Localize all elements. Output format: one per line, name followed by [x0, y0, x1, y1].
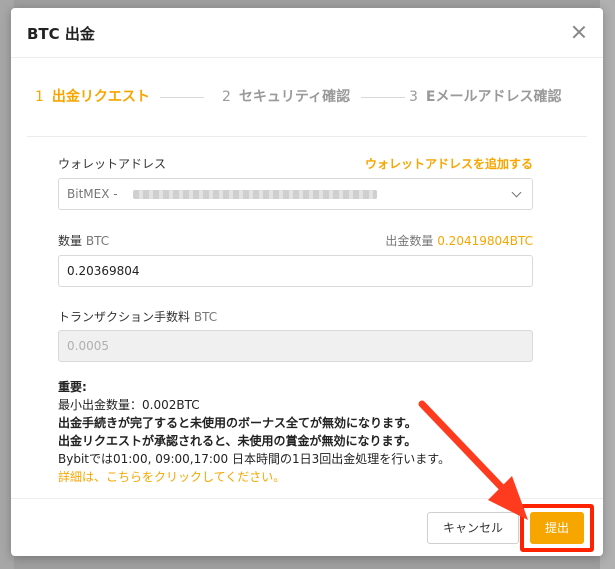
step-connector [160, 97, 204, 98]
notes-min-amount: 最小出金数量：0.002BTC [58, 398, 200, 412]
add-wallet-link[interactable]: ウォレットアドレスを追加する [365, 155, 533, 172]
blurred-address [133, 190, 377, 199]
wallet-selected-value: BitMEX - [67, 187, 118, 201]
wallet-address-label: ウォレットアドレス [58, 157, 167, 171]
withdraw-modal: BTC 出金 1 出金リクエスト 2 セキュリティ確認 3 Eメールアドレス確認 ウォ… [11, 8, 603, 556]
notes-line-3: Bybitでは01:00, 09:00,17:00 日本時間の1日3回出金処理を… [58, 452, 451, 466]
notes-heading: 重要: [58, 380, 87, 394]
step-indicator: 1 出金リクエスト 2 セキュリティ確認 3 Eメールアドレス確認 [27, 86, 587, 116]
modal-title: BTC 出金 [27, 25, 95, 43]
footer-divider [11, 498, 603, 499]
modal-header: BTC 出金 [11, 8, 603, 58]
submit-highlight-box [520, 504, 594, 552]
wallet-address-select[interactable]: BitMEX - [58, 178, 533, 210]
step-connector [361, 97, 405, 98]
step-2: 2 セキュリティ確認 [222, 89, 351, 105]
notes-line-1: 出金手続きが完了すると未使用のボーナス全てが無効になります。 [58, 416, 417, 430]
fee-label: トランザクション手数料 BTC [58, 310, 218, 324]
important-notes: 重要: 最小出金数量：0.002BTC 出金手続きが完了すると未使用のボーナス全… [58, 378, 558, 486]
close-icon[interactable] [569, 22, 589, 42]
fee-input: 0.0005 [58, 330, 533, 362]
amount-label: 数量 BTC [58, 234, 110, 248]
notes-line-2: 出金リクエストが承認されると、未使用の賞金が無効になります。 [58, 434, 417, 448]
fee-value: 0.0005 [67, 339, 109, 353]
chevron-down-icon [511, 187, 522, 198]
step-1: 1 出金リクエスト [35, 89, 150, 105]
amount-value: 0.20369804 [67, 264, 140, 278]
cancel-button[interactable]: キャンセル [427, 512, 519, 544]
available-amount: 出金数量 0.20419804BTC [385, 234, 533, 248]
steps-divider [27, 136, 587, 137]
step-3: 3 Eメールアドレス確認 [409, 89, 562, 105]
amount-input[interactable]: 0.20369804 [58, 255, 533, 287]
details-link[interactable]: 詳細は、こちらをクリックしてください。 [58, 468, 558, 486]
